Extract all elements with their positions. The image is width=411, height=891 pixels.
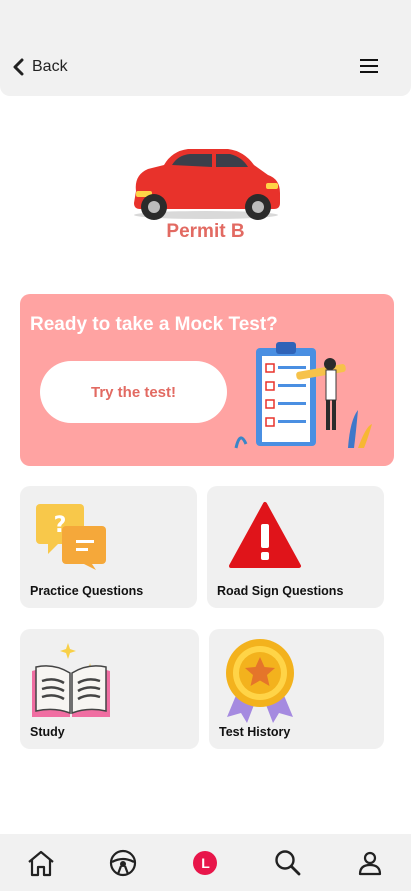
profile-icon xyxy=(358,851,381,875)
clipboard-checklist-illustration xyxy=(234,342,372,449)
search-icon xyxy=(274,849,301,875)
open-book-icon xyxy=(32,643,110,717)
test-history-tile[interactable]: Test History xyxy=(209,629,384,749)
top-bar: Back xyxy=(0,0,411,96)
practice-questions-tile[interactable]: ? Practice Questions xyxy=(20,486,197,608)
tile-label: Study xyxy=(30,725,65,739)
road-sign-questions-tile[interactable]: Road Sign Questions xyxy=(207,486,384,608)
back-button[interactable]: Back xyxy=(12,54,68,80)
nav-profile[interactable] xyxy=(350,843,390,883)
permit-title: Permit B xyxy=(166,221,245,242)
mock-test-title: Ready to take a Mock Test? xyxy=(30,314,278,335)
nav-home[interactable] xyxy=(21,843,61,883)
home-icon xyxy=(28,850,54,876)
question-chat-icon: ? xyxy=(36,504,106,570)
back-label: Back xyxy=(32,58,68,75)
menu-button[interactable] xyxy=(357,55,381,77)
nav-learner[interactable]: L xyxy=(185,843,225,883)
nav-drive[interactable] xyxy=(103,843,143,883)
nav-search[interactable] xyxy=(268,843,308,883)
warning-sign-icon xyxy=(229,502,301,568)
hamburger-menu-icon xyxy=(360,59,378,73)
hero-section: Permit B xyxy=(0,135,411,255)
svg-text:?: ? xyxy=(54,513,67,538)
bottom-nav: L xyxy=(0,834,411,891)
mock-test-card: Ready to take a Mock Test? Try the test! xyxy=(20,294,394,466)
tile-label: Road Sign Questions xyxy=(217,584,344,598)
learner-badge-icon: L xyxy=(193,850,218,875)
study-tile[interactable]: Study xyxy=(20,629,199,749)
red-car-illustration xyxy=(134,149,280,220)
steering-wheel-icon xyxy=(110,849,137,876)
award-medal-icon xyxy=(226,639,294,723)
chevron-left-icon xyxy=(13,58,24,76)
tile-label: Practice Questions xyxy=(30,584,144,598)
tile-label: Test History xyxy=(219,725,291,739)
try-test-button[interactable]: Try the test! xyxy=(40,361,227,423)
